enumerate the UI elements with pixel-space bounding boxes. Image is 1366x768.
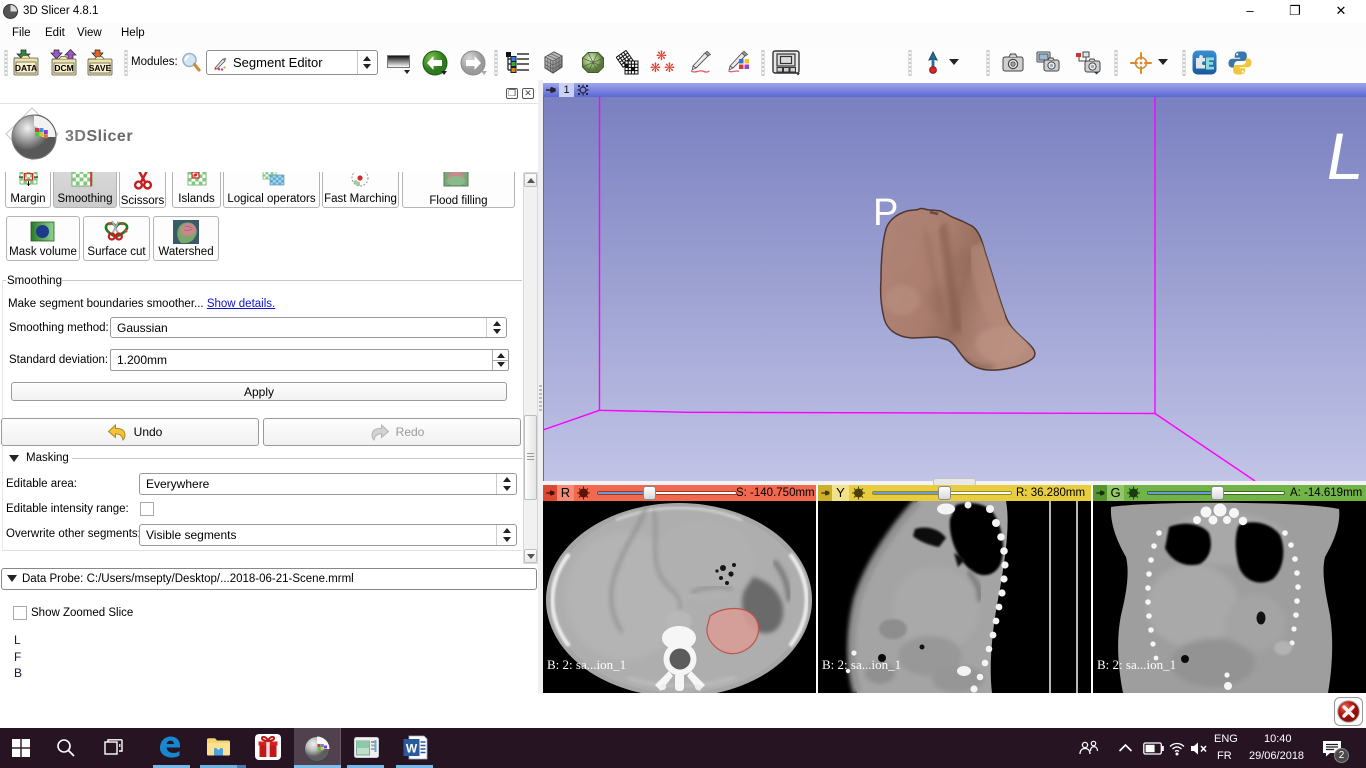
svg-text:W: W: [406, 742, 418, 756]
svg-text:DCM: DCM: [54, 63, 73, 73]
svg-text:DATA: DATA: [15, 63, 37, 73]
svg-text:B: 2: sa...ion_1: B: 2: sa...ion_1: [1097, 657, 1176, 672]
svg-text:L: L: [1321, 120, 1366, 193]
svg-text:B: 2: sa...ion_1: B: 2: sa...ion_1: [822, 657, 901, 672]
svg-text:B: 2: sa...ion_1: B: 2: sa...ion_1: [547, 657, 626, 672]
svg-text:SAVE: SAVE: [89, 63, 112, 73]
